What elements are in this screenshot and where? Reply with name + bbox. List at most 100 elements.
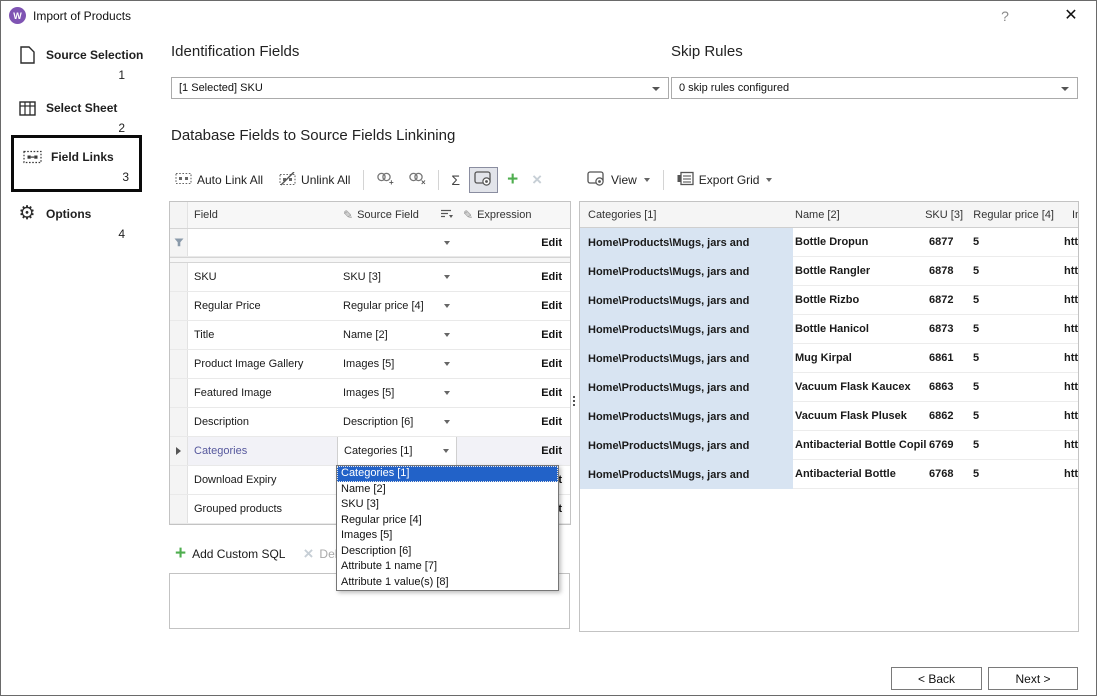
column-header[interactable]: Images [5] <box>1060 209 1078 221</box>
source-cell[interactable]: Regular price [4] <box>337 292 457 320</box>
skip-rules-dropdown[interactable]: 0 skip rules configured <box>671 77 1078 99</box>
field-cell[interactable]: Regular Price <box>188 292 337 320</box>
sidebar-item-field-links[interactable]: Field Links 3 <box>11 135 142 192</box>
dropdown-item[interactable]: Regular price [4] <box>337 513 558 529</box>
column-header-source-field[interactable]: ✎ Source Field <box>337 202 457 228</box>
pencil-icon: ✎ <box>343 208 353 222</box>
sidebar-item-select-sheet[interactable]: Select Sheet 2 <box>17 98 129 135</box>
source-cell[interactable]: Images [5] <box>337 379 457 407</box>
field-cell[interactable]: Grouped products <box>188 495 337 523</box>
filter-expression-cell[interactable]: Edit <box>457 229 570 256</box>
sidebar-item-source-selection[interactable]: Source Selection 1 <box>17 45 129 82</box>
chevron-down-icon <box>444 391 450 395</box>
filter-field-cell[interactable] <box>188 229 337 256</box>
preview-grid-header: Categories [1] Name [2] SKU [3] Regular … <box>580 202 1078 228</box>
dropdown-item[interactable]: Description [6] <box>337 544 558 560</box>
table-row[interactable]: Home\Products\Mugs, jars and Bottle Rizb… <box>580 286 1078 315</box>
table-row-selected[interactable]: Categories Categories [1] Edit <box>170 437 570 466</box>
field-cell[interactable]: SKU <box>188 263 337 291</box>
expression-cell[interactable]: Edit <box>457 292 570 320</box>
table-row[interactable]: SKU SKU [3] Edit <box>170 263 570 292</box>
add-row-button[interactable]: + <box>502 168 523 192</box>
toolbar-separator <box>363 170 364 190</box>
source-cell[interactable]: Name [2] <box>337 321 457 349</box>
export-grid-label: Export Grid <box>699 173 760 187</box>
view-button[interactable]: View <box>581 167 656 193</box>
expression-cell[interactable]: Edit <box>457 408 570 436</box>
identification-fields-dropdown[interactable]: [1 Selected] SKU <box>171 77 669 99</box>
export-grid-button[interactable]: Export Grid <box>671 167 779 193</box>
next-button[interactable]: Next > <box>988 667 1078 690</box>
expression-cell[interactable]: Edit <box>457 379 570 407</box>
table-row[interactable]: Title Name [2] Edit <box>170 321 570 350</box>
close-icon[interactable]: ✕ <box>1056 1 1086 31</box>
filter-icon[interactable] <box>170 229 188 256</box>
export-grid-icon <box>677 171 694 189</box>
field-cell[interactable]: Categories <box>188 437 337 465</box>
dropdown-item[interactable]: Attribute 1 name [7] <box>337 559 558 575</box>
field-cell[interactable]: Product Image Gallery <box>188 350 337 378</box>
expression-cell[interactable]: Edit <box>457 263 570 291</box>
add-link-button[interactable]: + <box>371 167 399 193</box>
dropdown-item[interactable]: Images [5] <box>337 528 558 544</box>
field-cell[interactable]: Download Expiry <box>188 466 337 494</box>
column-header[interactable]: Categories [1] <box>580 209 793 221</box>
sidebar-item-options[interactable]: ⚙ Options 4 <box>17 204 129 241</box>
skip-rules-title: Skip Rules <box>671 43 743 60</box>
source-cell[interactable]: Images [5] <box>337 350 457 378</box>
expression-cell[interactable]: Edit <box>457 350 570 378</box>
auto-link-all-button[interactable]: Auto Link All <box>169 168 269 192</box>
expression-cell[interactable]: Edit <box>457 321 570 349</box>
filter-source-cell[interactable] <box>337 229 457 256</box>
column-header[interactable]: Name [2] <box>793 209 927 221</box>
table-row[interactable]: Description Description [6] Edit <box>170 408 570 437</box>
field-cell[interactable]: Title <box>188 321 337 349</box>
unlink-all-button[interactable]: Unlink All <box>273 168 356 193</box>
remove-link-button[interactable]: × <box>403 167 431 193</box>
table-row[interactable]: Home\Products\Mugs, jars and Vacuum Flas… <box>580 373 1078 402</box>
plus-icon: + <box>507 172 518 188</box>
chevron-down-icon <box>644 178 650 182</box>
back-button[interactable]: < Back <box>891 667 982 690</box>
expression-sigma-button[interactable]: Σ <box>446 169 465 191</box>
help-button[interactable]: ? <box>992 1 1018 31</box>
view-label: View <box>611 173 637 187</box>
preview-toggle-button[interactable] <box>469 167 498 193</box>
dropdown-item[interactable]: Name [2] <box>337 482 558 498</box>
link-plus-icon: + <box>376 171 394 189</box>
table-row[interactable]: Featured Image Images [5] Edit <box>170 379 570 408</box>
dropdown-item[interactable]: Attribute 1 value(s) [8] <box>337 575 558 591</box>
column-header-field[interactable]: Field <box>188 202 337 228</box>
dropdown-item[interactable]: SKU [3] <box>337 497 558 513</box>
column-header-expression[interactable]: ✎ Expression <box>457 202 570 228</box>
expression-cell[interactable]: Edit <box>457 437 570 465</box>
source-combo-open[interactable]: Categories [1] <box>337 437 457 465</box>
table-row[interactable]: Home\Products\Mugs, jars and Vacuum Flas… <box>580 402 1078 431</box>
grid-splitter-handle[interactable] <box>571 388 576 414</box>
delete-row-button[interactable]: × <box>527 168 547 192</box>
table-row[interactable]: Home\Products\Mugs, jars and Antibacteri… <box>580 431 1078 460</box>
table-row[interactable]: Regular Price Regular price [4] Edit <box>170 292 570 321</box>
linking-section-title: Database Fields to Source Fields Linkini… <box>171 127 455 144</box>
chevron-down-icon <box>766 178 772 182</box>
table-row[interactable]: Home\Products\Mugs, jars and Bottle Rang… <box>580 257 1078 286</box>
add-custom-sql-button[interactable]: Add Custom SQL <box>192 547 285 561</box>
source-cell[interactable]: SKU [3] <box>337 263 457 291</box>
field-cell[interactable]: Description <box>188 408 337 436</box>
table-row[interactable]: Product Image Gallery Images [5] Edit <box>170 350 570 379</box>
chevron-down-icon <box>443 449 449 453</box>
table-row[interactable]: Home\Products\Mugs, jars and Mug Kirpal … <box>580 344 1078 373</box>
table-row[interactable]: Home\Products\Mugs, jars and Bottle Drop… <box>580 228 1078 257</box>
source-cell[interactable]: Description [6] <box>337 408 457 436</box>
column-header[interactable]: Regular price [4] <box>967 209 1060 221</box>
column-header[interactable]: SKU [3] <box>927 209 967 221</box>
identification-fields-value: [1 Selected] SKU <box>179 82 263 94</box>
field-cell[interactable]: Featured Image <box>188 379 337 407</box>
filter-row[interactable]: Edit <box>170 229 570 257</box>
dropdown-item[interactable]: Categories [1] <box>337 466 558 482</box>
table-row[interactable]: Home\Products\Mugs, jars and Antibacteri… <box>580 460 1078 489</box>
sort-icon <box>441 209 453 222</box>
table-row[interactable]: Home\Products\Mugs, jars and Bottle Hani… <box>580 315 1078 344</box>
spreadsheet-icon <box>17 98 37 118</box>
window-title: Import of Products <box>33 1 131 31</box>
